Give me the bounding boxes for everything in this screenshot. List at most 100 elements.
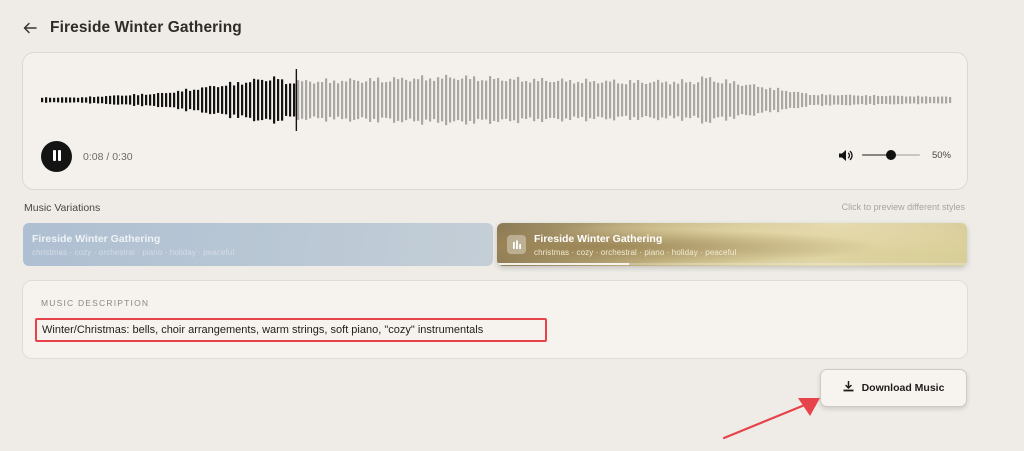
waveform-bar <box>649 82 652 118</box>
volume-percent: 50% <box>931 149 951 161</box>
waveform-bar <box>541 77 544 123</box>
waveform-bar <box>685 82 688 118</box>
waveform-bar <box>317 81 320 119</box>
waveform-bar <box>45 97 48 103</box>
waveform-bar <box>689 81 692 119</box>
waveform-bar <box>849 94 852 106</box>
waveform-bar <box>77 97 80 103</box>
waveform-bar <box>293 83 296 117</box>
waveform-bar <box>129 95 132 105</box>
waveform-bar <box>81 97 84 103</box>
waveform-bar <box>101 96 104 104</box>
waveform-bar <box>145 94 148 106</box>
waveform-bar <box>821 93 824 107</box>
waveform-bar <box>273 76 276 124</box>
waveform-bar <box>713 81 716 119</box>
waveform-bar <box>69 97 72 103</box>
waveform-bar <box>877 95 880 105</box>
waveform-bar <box>917 95 920 105</box>
waveform-bar <box>349 78 352 122</box>
pause-button[interactable] <box>41 141 72 172</box>
waveform-bar <box>781 90 784 110</box>
variations-label: Music Variations <box>24 202 101 214</box>
waveform-bar <box>345 81 348 119</box>
waveform-bar <box>553 82 556 119</box>
waveform-bar <box>393 77 396 123</box>
waveform-bar <box>505 81 508 119</box>
waveform-bar <box>57 97 60 103</box>
waveform-bar <box>905 96 908 104</box>
waveform-bar <box>773 90 776 110</box>
waveform-bar <box>513 79 516 121</box>
waveform-bar <box>621 83 624 117</box>
waveform-bar <box>173 92 176 108</box>
waveform-bar <box>493 79 496 121</box>
waveform-bar <box>233 85 236 115</box>
waveform-bar <box>241 84 244 116</box>
waveform-bar <box>141 93 144 107</box>
waveform-bar <box>737 84 740 116</box>
waveform-bar <box>221 86 224 114</box>
waveform-bar <box>897 95 900 105</box>
waveform-bar <box>301 81 304 119</box>
waveform-bar <box>261 79 264 121</box>
waveform-bar <box>825 95 828 105</box>
waveform-bar <box>461 78 464 122</box>
waveform-bar <box>829 94 832 106</box>
waveform-bar <box>361 82 364 118</box>
arrow-left-icon[interactable] <box>22 20 38 36</box>
waveform-bar <box>257 79 260 121</box>
variation-progress-fill <box>497 263 629 265</box>
waveform[interactable] <box>41 69 953 131</box>
speaker-icon[interactable] <box>838 148 854 162</box>
waveform-bar <box>105 96 108 104</box>
waveform-bar <box>789 92 792 108</box>
waveform-bar <box>353 80 356 120</box>
waveform-bar <box>573 83 576 117</box>
waveform-bar <box>517 76 520 124</box>
waveform-bar <box>157 92 160 108</box>
waveform-bar <box>873 94 876 106</box>
download-label: Download Music <box>861 382 945 394</box>
waveform-bar <box>665 81 668 119</box>
waveform-bar <box>425 80 428 120</box>
waveform-bar <box>405 79 408 121</box>
description-highlight: Winter/Christmas: bells, choir arrangeme… <box>35 318 547 342</box>
waveform-bar <box>469 79 472 121</box>
variation-card-2[interactable]: Fireside Winter Gathering christmas · co… <box>497 223 967 266</box>
variation-card-1[interactable]: Fireside Winter Gathering christmas · co… <box>23 223 493 266</box>
waveform-bar <box>441 78 444 122</box>
waveform-bar <box>785 90 788 110</box>
waveform-bar <box>249 82 252 118</box>
volume-slider[interactable] <box>861 149 920 161</box>
waveform-bar <box>845 94 848 106</box>
waveform-bar <box>557 80 560 120</box>
waveform-bar <box>765 89 768 111</box>
waveform-bar <box>521 81 524 119</box>
waveform-bar <box>53 97 56 103</box>
waveform-bar <box>893 95 896 105</box>
waveform-bar <box>189 90 192 110</box>
waveform-bar <box>601 82 604 118</box>
waveform-bar <box>705 78 708 122</box>
header: Fireside Winter Gathering <box>22 16 242 40</box>
waveform-bar <box>745 84 748 116</box>
waveform-bar <box>753 84 756 116</box>
volume-thumb[interactable] <box>885 150 896 160</box>
variation-tags: christmas · cozy · orchestral · piano · … <box>32 248 235 257</box>
waveform-bar <box>761 87 764 113</box>
waveform-bar <box>561 78 564 122</box>
waveform-bar <box>589 81 592 119</box>
waveform-bar <box>89 96 92 104</box>
waveform-bar <box>677 83 680 117</box>
waveform-bar <box>389 81 392 119</box>
waveform-bar <box>341 80 344 120</box>
waveform-bar <box>497 78 500 122</box>
waveform-bar <box>653 81 656 119</box>
waveform-bar <box>581 83 584 117</box>
waveform-bar <box>437 77 440 123</box>
waveform-bar <box>73 97 76 103</box>
waveform-bar <box>237 82 240 118</box>
description-label: MUSIC DESCRIPTION <box>41 298 150 308</box>
download-music-button[interactable]: Download Music <box>820 369 967 407</box>
